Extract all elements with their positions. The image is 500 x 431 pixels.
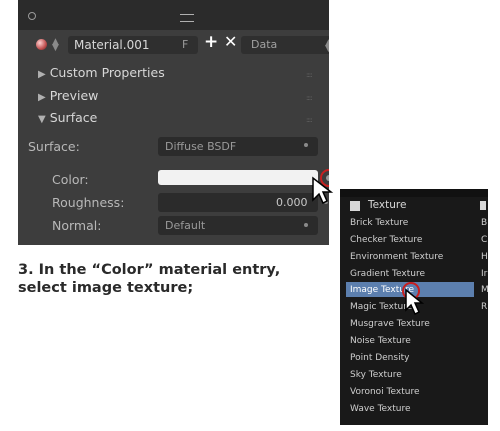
pin-icon[interactable]: [28, 12, 36, 20]
second-column-item[interactable]: C: [481, 235, 487, 245]
material-sphere-icon[interactable]: [36, 39, 47, 50]
menu-top-edge: [340, 189, 488, 197]
panel-header-strip: [18, 0, 329, 30]
disclosure-triangle-icon: ▶: [38, 92, 46, 103]
surface-shader-dropdown[interactable]: Diffuse BSDF: [158, 137, 318, 156]
mouse-cursor-icon: [312, 176, 334, 205]
material-name-field[interactable]: Material.001 F: [68, 36, 198, 54]
section-surface[interactable]: ▼ Surface: [38, 110, 97, 125]
drag-grip-icon[interactable]: ::::: [306, 71, 313, 79]
menu-item-environment-texture[interactable]: Environment Texture: [350, 252, 443, 262]
caption-line: 3. In the “Color” material entry,: [18, 262, 281, 278]
menu-item-noise-texture[interactable]: Noise Texture: [350, 336, 411, 346]
second-column-item[interactable]: B: [481, 218, 487, 228]
texture-icon: [350, 201, 360, 211]
second-column-item[interactable]: M: [481, 285, 488, 295]
normal-socket-icon: [304, 223, 308, 227]
normal-label: Normal:: [52, 218, 102, 233]
menu-item-checker-texture[interactable]: Checker Texture: [350, 235, 422, 245]
second-column-item[interactable]: R: [481, 302, 487, 312]
menu-item-wave-texture[interactable]: Wave Texture: [350, 404, 411, 414]
menu-item-point-density[interactable]: Point Density: [350, 353, 409, 363]
instruction-caption: 3. In the “Color” material entry, select…: [18, 261, 338, 297]
menu-item-sky-texture[interactable]: Sky Texture: [350, 370, 402, 380]
menu-item-brick-texture[interactable]: Brick Texture: [350, 218, 408, 228]
second-column-item[interactable]: H: [481, 252, 488, 262]
fake-user-button[interactable]: F: [182, 38, 188, 51]
link-data-dropdown[interactable]: Data ▲ ▼: [241, 36, 329, 54]
dropdown-arrows-icon: ▲ ▼: [325, 38, 329, 54]
drag-grip-icon[interactable]: ::::: [306, 116, 313, 124]
roughness-label: Roughness:: [52, 195, 125, 210]
color-label: Color:: [52, 172, 89, 187]
disclosure-triangle-icon: ▶: [38, 69, 46, 80]
disclosure-triangle-icon: ▼: [38, 114, 46, 125]
second-column-item[interactable]: Ir: [481, 269, 487, 279]
unlink-material-button[interactable]: ✕: [224, 32, 237, 51]
surface-shader-value: Diffuse BSDF: [165, 140, 237, 153]
drag-grip-icon[interactable]: ::::: [306, 94, 313, 102]
section-label: Custom Properties: [49, 65, 165, 80]
menu-item-musgrave-texture[interactable]: Musgrave Texture: [350, 319, 430, 329]
material-browse-arrows-icon[interactable]: ▲ ▼: [52, 38, 59, 53]
menu-item-gradient-texture[interactable]: Gradient Texture: [350, 269, 425, 279]
dropdown-dot-icon: [304, 143, 308, 147]
caption-line: select image texture;: [18, 280, 194, 296]
hamburger-icon[interactable]: [180, 14, 194, 22]
menu-item-magic-texture[interactable]: Magic Texture: [350, 302, 412, 312]
material-slot-row: ▲ ▼ Material.001 F + ✕ Data ▲ ▼: [28, 32, 329, 55]
roughness-slider[interactable]: 0.000: [158, 193, 318, 212]
new-material-button[interactable]: +: [204, 32, 218, 52]
normal-value: Default: [165, 219, 206, 232]
material-properties-panel: ▲ ▼ Material.001 F + ✕ Data ▲ ▼ ▶ Custom Pr…: [18, 0, 329, 245]
second-column-icon: [480, 201, 486, 210]
link-data-label: Data: [251, 38, 278, 51]
section-label: Preview: [49, 88, 99, 103]
section-preview[interactable]: ▶ Preview: [38, 88, 98, 103]
menu-header-label: Texture: [368, 199, 407, 211]
menu-item-voronoi-texture[interactable]: Voronoi Texture: [350, 387, 420, 397]
section-label: Surface: [49, 110, 98, 125]
surface-label: Surface:: [28, 139, 80, 154]
roughness-value: 0.000: [276, 196, 308, 209]
color-swatch[interactable]: [158, 170, 318, 185]
material-name: Material.001: [74, 38, 150, 52]
section-custom-properties[interactable]: ▶ Custom Properties: [38, 65, 165, 80]
mouse-cursor-icon: [405, 288, 425, 316]
normal-input-field[interactable]: Default: [158, 216, 318, 235]
